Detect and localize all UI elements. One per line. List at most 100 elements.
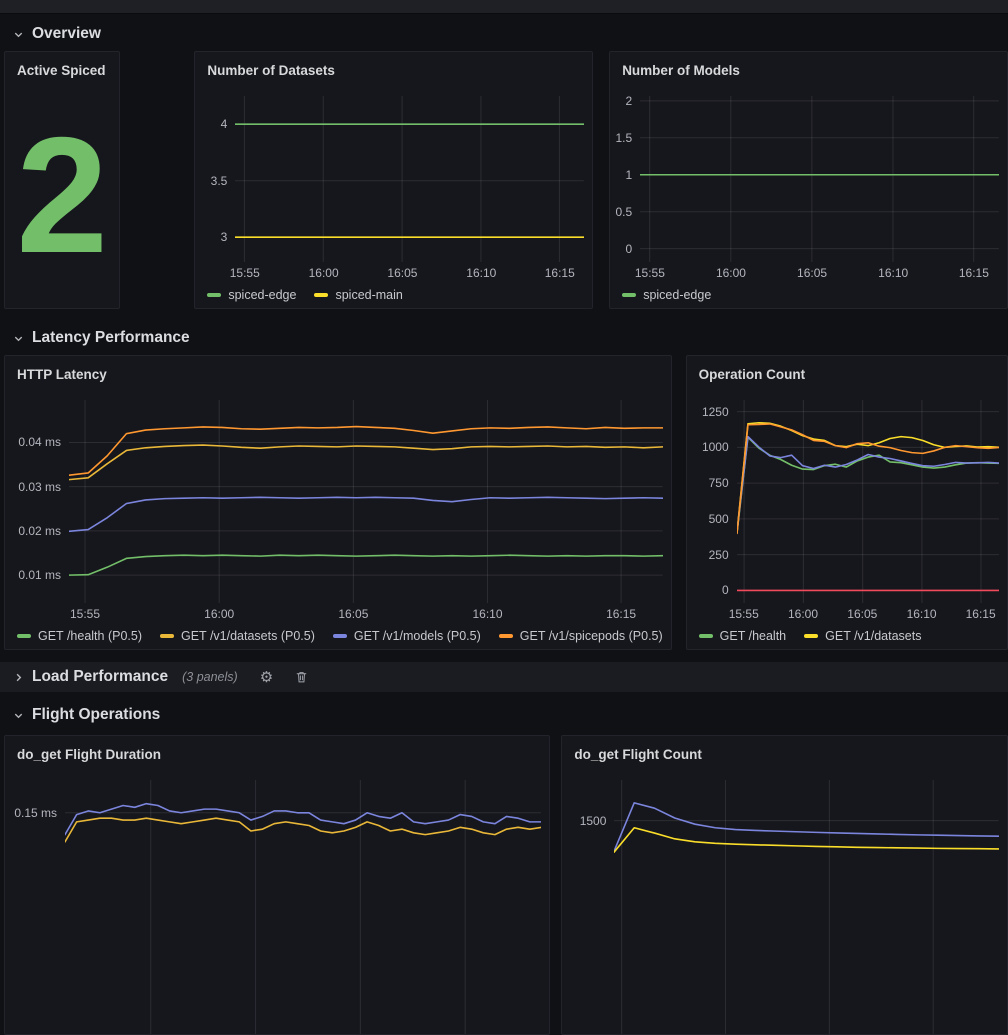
panel-title-operation-count[interactable]: Operation Count: [687, 356, 1007, 394]
plot-area[interactable]: [640, 96, 999, 262]
series-line: [737, 437, 999, 532]
flight-panel-row: do_get Flight Duration 0.15 ms do_get Fl…: [0, 735, 1008, 1035]
legend-item[interactable]: spiced-edge: [622, 288, 711, 302]
plot-area[interactable]: [69, 400, 663, 603]
y-tick-label: 1: [626, 168, 633, 182]
y-tick-label: 0.04 ms: [18, 435, 61, 449]
legend-label: spiced-edge: [643, 288, 711, 302]
chart-legend: GET /health (P0.5) GET /v1/datasets (P0.5…: [5, 623, 663, 649]
legend-item[interactable]: GET /v1/models (P0.5): [333, 629, 481, 643]
panel-title-http-latency[interactable]: HTTP Latency: [5, 356, 671, 394]
panel-active-spiced: Active Spiced 2: [4, 51, 120, 309]
section-header-overview[interactable]: Overview: [0, 19, 1008, 49]
chart-svg: [235, 96, 584, 262]
flight-duration-chart[interactable]: 0.15 ms: [5, 774, 549, 1034]
x-tick-label: 16:15: [606, 607, 636, 621]
x-tick-label: 16:05: [847, 607, 877, 621]
x-tick-label: 16:00: [788, 607, 818, 621]
plot-area[interactable]: [737, 400, 999, 603]
chevron-down-icon: [13, 29, 24, 40]
panel-title-do-get-flight-duration[interactable]: do_get Flight Duration: [5, 736, 549, 774]
legend-item[interactable]: GET /v1/datasets: [804, 629, 921, 643]
y-tick-label: 3.5: [211, 174, 228, 188]
overview-panel-row: Active Spiced 2 Number of Datasets 43.53…: [0, 51, 1008, 309]
series-line: [69, 427, 663, 476]
flight-count-chart[interactable]: 1500: [562, 774, 1007, 1034]
y-tick-label: 0.03 ms: [18, 480, 61, 494]
y-tick-label: 0.02 ms: [18, 524, 61, 538]
plot-area[interactable]: [614, 780, 999, 1034]
x-axis: 15:5516:0016:0516:1016:15: [687, 603, 999, 623]
y-tick-label: 0: [722, 583, 729, 597]
legend-swatch: [622, 293, 636, 297]
http-latency-chart[interactable]: 0.04 ms0.03 ms0.02 ms0.01 ms15:5516:0016…: [5, 394, 671, 649]
section-header-latency-performance[interactable]: Latency Performance: [0, 323, 1008, 353]
y-tick-label: 750: [709, 476, 729, 490]
panel-title-number-of-datasets[interactable]: Number of Datasets: [195, 52, 592, 90]
section-title-load-performance: Load Performance: [32, 668, 168, 686]
legend-label: spiced-edge: [228, 288, 296, 302]
latency-panel-row: HTTP Latency 0.04 ms 0.03 ms 0.02 ms 0.01 m…: [0, 355, 1008, 650]
models-chart[interactable]: 21.510.5015:5516:0016:0516:1016:15spiced…: [610, 90, 1007, 308]
series-line: [614, 803, 999, 851]
panel-do-get-flight-duration: do_get Flight Duration 0.15 ms: [4, 735, 550, 1035]
x-tick-label: 16:05: [338, 607, 368, 621]
section-title-overview: Overview: [32, 25, 101, 43]
chart-svg: [737, 400, 999, 603]
legend-swatch: [804, 634, 818, 638]
panel-title-do-get-flight-count[interactable]: do_get Flight Count: [562, 736, 1007, 774]
y-tick-label: 0.01 ms: [18, 568, 61, 582]
legend-swatch: [333, 634, 347, 638]
legend-label: GET /v1/models (P0.5): [354, 629, 481, 643]
datasets-chart[interactable]: 43.5315:5516:0016:0516:1016:15spiced-edg…: [195, 90, 592, 308]
x-tick-label: 16:00: [204, 607, 234, 621]
y-tick-label: 0: [626, 242, 633, 256]
chart-legend: spiced-edge spiced-main: [195, 282, 584, 308]
series-line: [737, 423, 999, 533]
y-tick-label: 0.15 ms: [14, 806, 57, 820]
panels-count-label: (3 panels): [182, 670, 238, 684]
panel-title-number-of-models[interactable]: Number of Models: [610, 52, 1007, 90]
chart-svg: [69, 400, 663, 603]
panel-title-active-spiced[interactable]: Active Spiced: [5, 52, 119, 90]
x-tick-label: 16:10: [907, 607, 937, 621]
y-axis: 125010007505002500: [687, 400, 737, 603]
x-tick-label: 15:55: [635, 266, 665, 280]
y-axis: 0.15 ms: [5, 780, 65, 1034]
x-tick-label: 16:05: [387, 266, 417, 280]
panel-do-get-flight-count: do_get Flight Count 1500: [561, 735, 1008, 1035]
y-tick-label: 1000: [702, 440, 729, 454]
legend-item[interactable]: GET /v1/spicepods (P0.5): [499, 629, 663, 643]
operation-count-chart[interactable]: 12501000750500250015:5516:0016:0516:1016…: [687, 394, 1007, 649]
panel-http-latency: HTTP Latency 0.04 ms 0.03 ms 0.02 ms 0.01 m…: [4, 355, 672, 650]
x-tick-label: 16:15: [966, 607, 996, 621]
y-axis: 21.510.50: [610, 96, 640, 262]
y-tick-label: 1500: [580, 814, 607, 828]
plot-area[interactable]: [65, 780, 541, 1034]
plot-area[interactable]: [235, 96, 584, 262]
chevron-down-icon: [13, 333, 24, 344]
legend-label: GET /v1/datasets (P0.5): [181, 629, 315, 643]
legend-item[interactable]: GET /health: [699, 629, 786, 643]
row-delete-button[interactable]: [295, 670, 308, 684]
row-settings-button[interactable]: ⚙: [260, 670, 273, 685]
x-tick-label: 16:10: [473, 607, 503, 621]
legend-item[interactable]: GET /v1/datasets (P0.5): [160, 629, 315, 643]
legend-swatch: [17, 634, 31, 638]
series-line: [65, 818, 541, 842]
x-axis: 15:5516:0016:0516:1016:15: [5, 603, 663, 623]
y-axis: 1500: [562, 780, 614, 1034]
grafana-dashboard: { "colors":{"green":"#73BF69","yellow_br…: [0, 0, 1008, 849]
x-axis: 15:5516:0016:0516:1016:15: [610, 262, 999, 282]
section-header-load-performance[interactable]: Load Performance (3 panels) ⚙: [0, 662, 1008, 692]
legend-item[interactable]: GET /health (P0.5): [17, 629, 142, 643]
y-axis: 43.53: [195, 96, 235, 262]
y-tick-label: 4: [221, 117, 228, 131]
section-header-flight-operations[interactable]: Flight Operations: [0, 700, 1008, 730]
legend-item[interactable]: spiced-edge: [207, 288, 296, 302]
x-axis: 15:5516:0016:0516:1016:15: [195, 262, 584, 282]
series-line: [737, 424, 999, 534]
chevron-down-icon: [13, 710, 24, 721]
legend-item[interactable]: spiced-main: [314, 288, 402, 302]
stat-value: 2: [5, 90, 119, 308]
